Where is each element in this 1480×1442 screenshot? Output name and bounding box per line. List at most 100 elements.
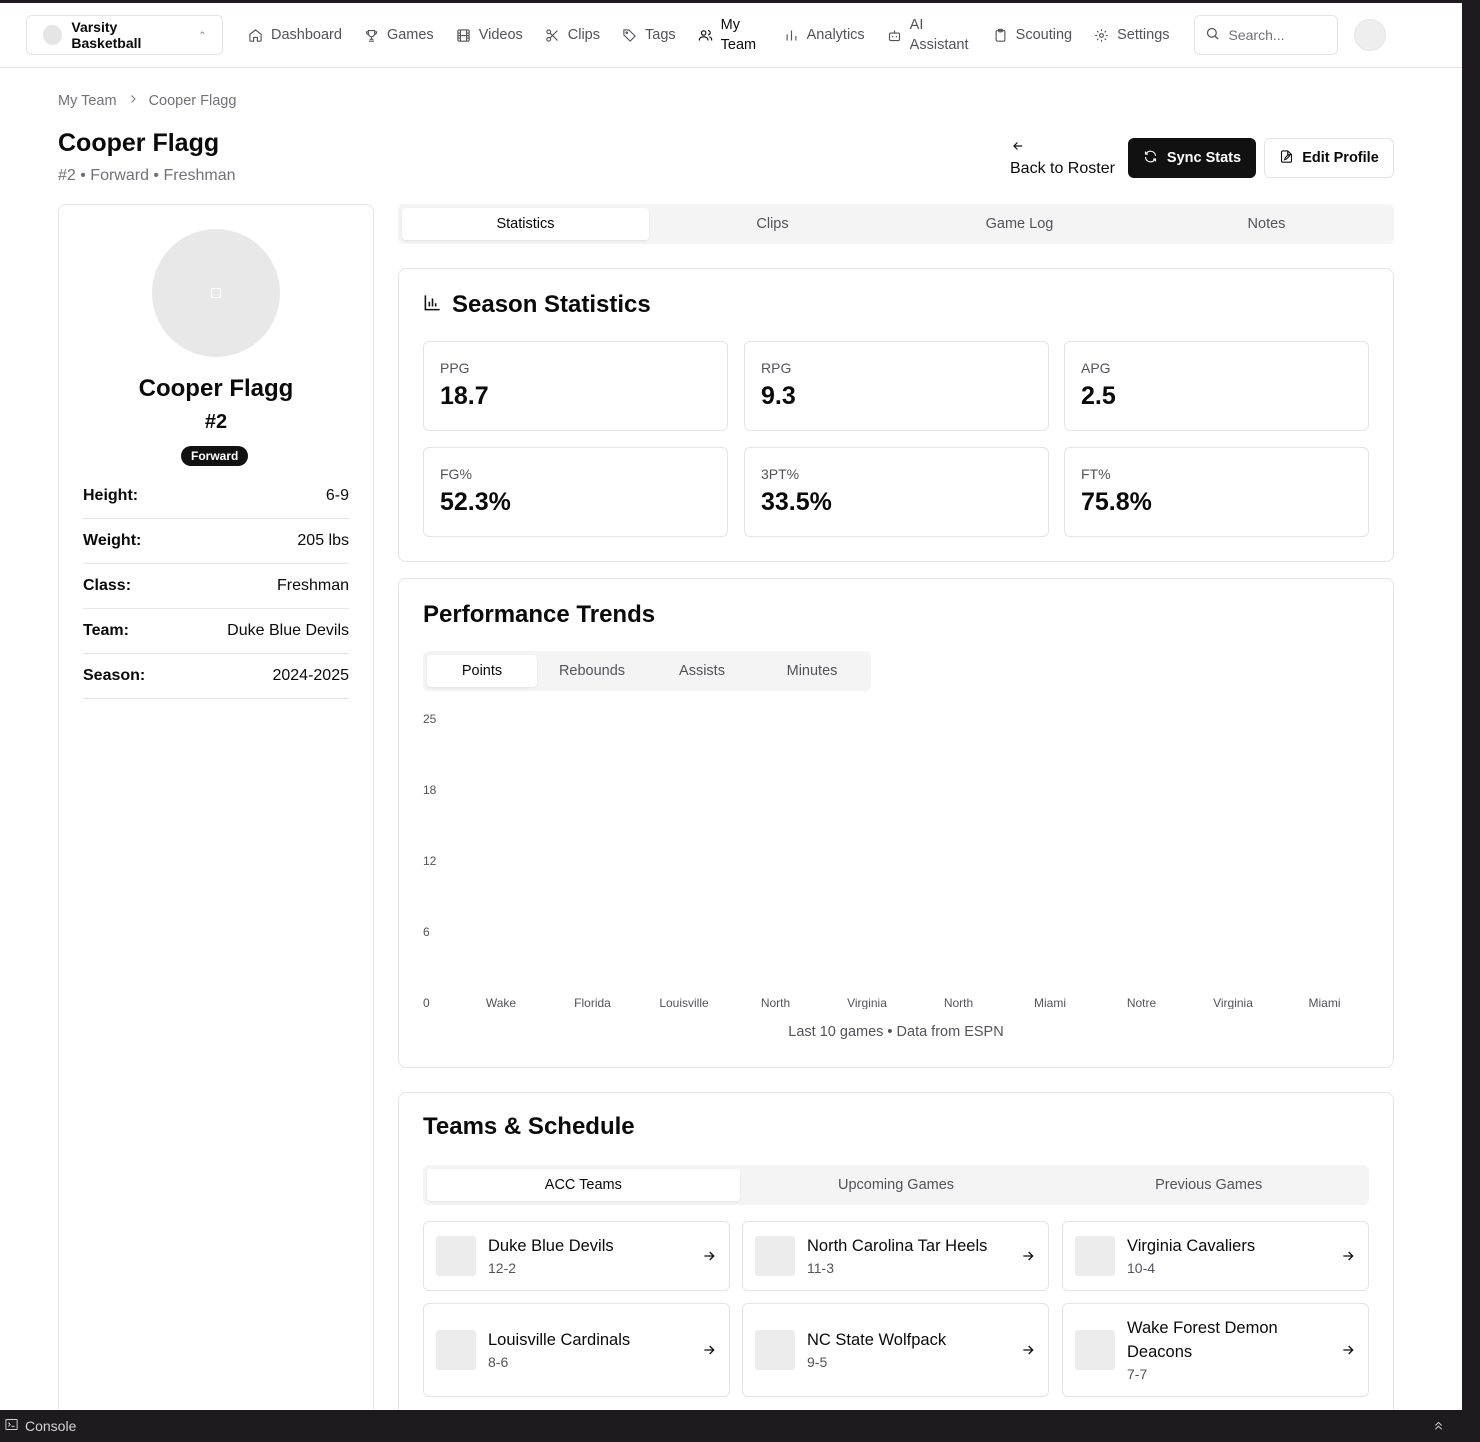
performance-trends-title: Performance Trends	[423, 601, 656, 628]
sync-stats-button[interactable]: Sync Stats	[1128, 138, 1256, 178]
nav-ai-assistant[interactable]: AI Assistant	[876, 13, 982, 57]
nav-my-team[interactable]: My Team	[687, 13, 773, 57]
main-nav: Dashboard Games Videos Clips Tags My Tea…	[237, 13, 1181, 57]
tab-notes[interactable]: Notes	[1143, 208, 1390, 240]
team-card[interactable]: Louisville Cardinals 8-6	[423, 1303, 730, 1397]
gear-icon	[1094, 28, 1109, 43]
tab-rebounds[interactable]: Rebounds	[537, 655, 647, 687]
tab-statistics[interactable]: Statistics	[402, 208, 649, 240]
stat-label: APG	[1081, 360, 1111, 376]
arrow-right-icon	[1020, 1342, 1036, 1358]
player-profile-card: Cooper Flagg #2 Forward Height: 6-9 Weigh…	[58, 204, 374, 1410]
arrow-right-icon	[701, 1248, 717, 1264]
attribute-key: Weight:	[83, 532, 142, 549]
nav-label: Clips	[567, 27, 600, 43]
nav-label: Analytics	[806, 27, 865, 43]
user-avatar[interactable]	[1353, 19, 1386, 51]
attribute-key: Class:	[83, 577, 132, 594]
nav-clips[interactable]: Clips	[534, 13, 611, 57]
tab-acc-teams[interactable]: ACC Teams	[427, 1169, 740, 1201]
tab-game-log[interactable]: Game Log	[896, 208, 1143, 240]
back-to-roster-link[interactable]: Back to Roster	[1010, 139, 1115, 179]
stat-value: 52.3%	[440, 488, 511, 516]
attribute-row: Team: Duke Blue Devils	[83, 609, 349, 654]
team-name: NC State Wolfpack	[807, 1331, 947, 1349]
tab-points[interactable]: Points	[427, 655, 537, 687]
bot-icon	[887, 28, 902, 43]
team-switcher[interactable]: Varsity Basketball ⌃	[26, 15, 223, 55]
attribute-row: Weight: 205 lbs	[83, 519, 349, 564]
team-name: North Carolina Tar Heels	[807, 1237, 988, 1255]
team-card[interactable]: Virginia Cavaliers 10-4	[1062, 1221, 1369, 1291]
console-bar[interactable]: Console	[0, 1410, 1480, 1442]
x-tick-label: Notre	[1127, 996, 1157, 1009]
film-icon	[456, 28, 471, 43]
scrollbar[interactable]	[1462, 0, 1480, 1410]
arrow-right-icon	[1340, 1248, 1356, 1264]
chevron-up-down-icon: ⌃	[198, 29, 206, 40]
bar-chart-icon	[423, 291, 442, 319]
breadcrumb-my-team[interactable]: My Team	[58, 93, 117, 109]
nav-dashboard[interactable]: Dashboard	[237, 13, 353, 57]
team-logo	[436, 1330, 476, 1370]
y-tick-label: 12	[423, 854, 437, 868]
stat-card-3pt: 3PT% 33.5%	[744, 447, 1049, 537]
chevrons-up-icon[interactable]	[1431, 1418, 1446, 1436]
tab-assists[interactable]: Assists	[647, 655, 757, 687]
team-card[interactable]: Duke Blue Devils 12-2	[423, 1221, 730, 1291]
nav-scouting[interactable]: Scouting	[982, 13, 1083, 57]
stat-value: 9.3	[761, 382, 796, 410]
attribute-value: 2024-2025	[272, 667, 349, 684]
team-card[interactable]: NC State Wolfpack 9-5	[742, 1303, 1049, 1397]
breadcrumb: My Team Cooper Flagg	[58, 93, 236, 109]
performance-trends-card: Performance Trends Points Rebounds Assis…	[398, 578, 1394, 1068]
stat-card-ft: FT% 75.8%	[1064, 447, 1369, 537]
arrow-right-icon	[1340, 1342, 1356, 1358]
nav-analytics[interactable]: Analytics	[773, 13, 876, 57]
tab-previous-games[interactable]: Previous Games	[1052, 1169, 1365, 1201]
attribute-value: 6-9	[325, 487, 349, 504]
team-logo	[755, 1330, 795, 1370]
player-number: #2	[204, 411, 228, 433]
attribute-row: Class: Freshman	[83, 564, 349, 609]
performance-trend-chart: 0 6 12 18 25 Wake Florida Louisville North Virgin…	[423, 712, 1341, 1009]
terminal-icon	[4, 1417, 19, 1435]
nav-label: Games	[386, 27, 434, 43]
stat-value: 75.8%	[1081, 488, 1152, 516]
tab-clips[interactable]: Clips	[649, 208, 896, 240]
users-icon	[698, 28, 713, 43]
arrow-right-icon	[1020, 1248, 1036, 1264]
edit-profile-button[interactable]: Edit Profile	[1264, 138, 1394, 178]
schedule-tabs: ACC Teams Upcoming Games Previous Games	[423, 1165, 1369, 1205]
stat-card-rpg: RPG 9.3	[744, 341, 1049, 431]
team-record: 11-3	[807, 1260, 834, 1276]
team-card[interactable]: Wake Forest Demon Deacons 7-7	[1062, 1303, 1369, 1397]
team-name: Virginia Cavaliers	[1127, 1237, 1256, 1255]
nav-tags[interactable]: Tags	[611, 13, 687, 57]
nav-settings[interactable]: Settings	[1083, 13, 1180, 57]
home-icon	[248, 28, 263, 43]
nav-games[interactable]: Games	[353, 13, 445, 57]
tab-upcoming-games[interactable]: Upcoming Games	[740, 1169, 1053, 1201]
stat-label: FT%	[1081, 466, 1111, 482]
attribute-value: Freshman	[276, 577, 349, 594]
team-card[interactable]: North Carolina Tar Heels 11-3	[742, 1221, 1049, 1291]
y-tick-label: 25	[423, 712, 437, 726]
tab-minutes[interactable]: Minutes	[757, 655, 867, 687]
file-edit-icon	[1279, 149, 1294, 168]
team-record: 7-7	[1127, 1366, 1148, 1382]
bar-chart-icon	[784, 28, 799, 43]
stat-value: 18.7	[440, 382, 489, 410]
stat-value: 2.5	[1081, 382, 1116, 410]
scissors-icon	[545, 28, 560, 43]
search-input[interactable]: Search...	[1193, 15, 1338, 55]
nav-label: Tags	[645, 27, 676, 43]
team-name: Louisville Cardinals	[488, 1331, 631, 1349]
team-logo	[755, 1236, 795, 1276]
player-attributes: Height: 6-9 Weight: 205 lbs Class: Freshman…	[83, 474, 349, 699]
team-record: 10-4	[1127, 1260, 1156, 1276]
attribute-value: 205 lbs	[297, 532, 349, 549]
nav-videos[interactable]: Videos	[445, 13, 534, 57]
search-icon	[1205, 26, 1220, 44]
arrow-left-icon	[1010, 139, 1115, 159]
